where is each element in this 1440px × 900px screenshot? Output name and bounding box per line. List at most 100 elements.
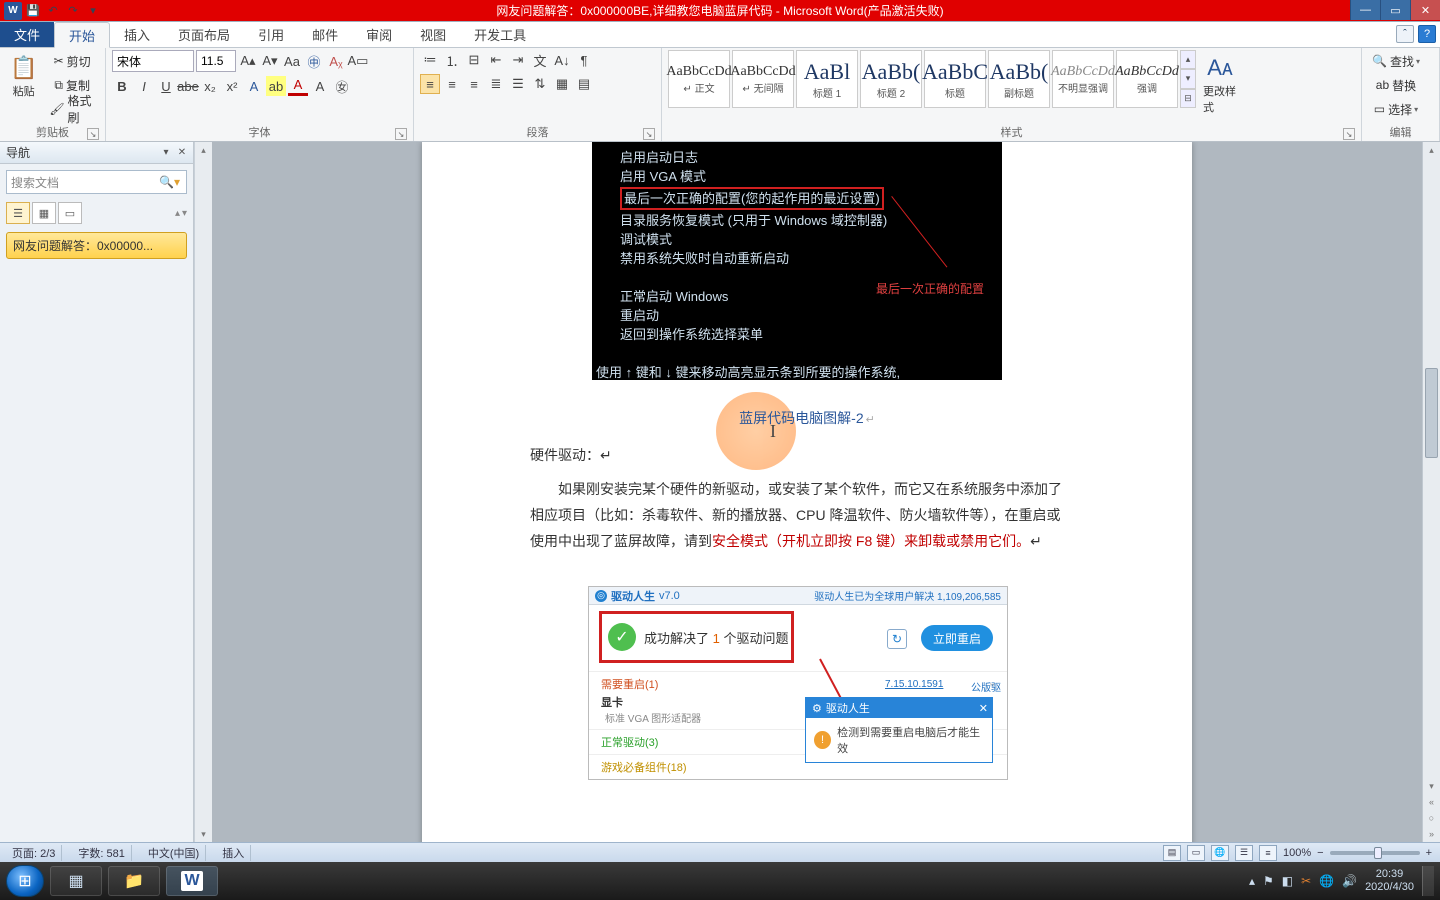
- taskbar-app1[interactable]: ▦: [50, 866, 102, 896]
- tab-mail[interactable]: 邮件: [298, 22, 352, 47]
- nav-prev-icon[interactable]: ▴: [175, 208, 180, 219]
- tray-screenshot-icon[interactable]: ✂: [1301, 874, 1311, 888]
- outline-view-icon[interactable]: ☰: [1235, 845, 1253, 861]
- paragraph-launcher-icon[interactable]: ↘: [643, 128, 655, 140]
- scroll-up-icon[interactable]: ▴: [1423, 142, 1440, 158]
- style-subtle-emph[interactable]: AaBbCcDd不明显强调: [1052, 50, 1114, 108]
- tray-show-hidden-icon[interactable]: ▴: [1249, 874, 1255, 888]
- format-painter-button[interactable]: 🖌 格式刷: [45, 98, 99, 120]
- web-view-icon[interactable]: 🌐: [1211, 845, 1229, 861]
- zoom-percent[interactable]: 100%: [1283, 847, 1311, 859]
- show-marks-icon[interactable]: ¶: [574, 50, 594, 70]
- redo-icon[interactable]: ↷: [64, 2, 82, 20]
- nav-scrollbar[interactable]: ▴▾: [194, 142, 212, 842]
- next-page-icon[interactable]: »: [1423, 826, 1440, 842]
- replace-button[interactable]: ab 替换: [1368, 74, 1424, 96]
- justify-icon[interactable]: ≣: [486, 74, 506, 94]
- multilevel-icon[interactable]: ⊟: [464, 50, 484, 70]
- tray-flag-icon[interactable]: ⚑: [1263, 874, 1274, 888]
- nav-close-icon[interactable]: ✕: [175, 146, 189, 160]
- highlight-icon[interactable]: ab: [266, 76, 286, 96]
- undo-icon[interactable]: ↶: [44, 2, 62, 20]
- nav-next-icon[interactable]: ▾: [182, 208, 187, 219]
- cut-button[interactable]: ✂ 剪切: [45, 50, 99, 72]
- tab-home[interactable]: 开始: [54, 22, 110, 48]
- text-effects-icon[interactable]: A: [244, 76, 264, 96]
- grow-font-icon[interactable]: A▴: [238, 51, 258, 71]
- style-subtitle[interactable]: AaBb(副标题: [988, 50, 1050, 108]
- enclose-char-icon[interactable]: ㊛: [332, 76, 352, 96]
- strike-icon[interactable]: abe: [178, 76, 198, 96]
- nav-tab-results[interactable]: ▭: [58, 202, 82, 224]
- align-left-icon[interactable]: ≡: [420, 74, 440, 94]
- zoom-in-icon[interactable]: +: [1426, 847, 1432, 859]
- styles-launcher-icon[interactable]: ↘: [1343, 128, 1355, 140]
- search-icon[interactable]: 🔍▾: [159, 175, 180, 189]
- subscript-icon[interactable]: x₂: [200, 76, 220, 96]
- font-name-select[interactable]: 宋体: [112, 50, 194, 72]
- zoom-out-icon[interactable]: −: [1317, 847, 1323, 859]
- style-heading2[interactable]: AaBb(标题 2: [860, 50, 922, 108]
- zoom-slider[interactable]: [1330, 851, 1420, 855]
- document-area[interactable]: 启用启动日志 启用 VGA 模式 最后一次正确的配置(您的起作用的最近设置) 目…: [212, 142, 1422, 842]
- font-size-select[interactable]: 11.5: [196, 50, 236, 72]
- qat-dropdown-icon[interactable]: ▾: [84, 2, 102, 20]
- maximize-button[interactable]: ▭: [1380, 0, 1410, 20]
- tab-file[interactable]: 文件: [0, 22, 54, 47]
- close-button[interactable]: ✕: [1410, 0, 1440, 20]
- borders-icon[interactable]: ▤: [574, 74, 594, 94]
- tab-layout[interactable]: 页面布局: [164, 22, 244, 47]
- style-heading1[interactable]: AaBl标题 1: [796, 50, 858, 108]
- driver-version-link[interactable]: 7.15.10.1591: [885, 679, 943, 690]
- align-center-icon[interactable]: ≡: [442, 74, 462, 94]
- clear-format-icon[interactable]: Aᵪ: [326, 51, 346, 71]
- shading-icon[interactable]: ▦: [552, 74, 572, 94]
- style-title[interactable]: AaBbC标题: [924, 50, 986, 108]
- style-normal[interactable]: AaBbCcDd↵ 正文: [668, 50, 730, 108]
- tab-references[interactable]: 引用: [244, 22, 298, 47]
- tab-developer[interactable]: 开发工具: [460, 22, 540, 47]
- prev-page-icon[interactable]: «: [1423, 794, 1440, 810]
- change-styles-button[interactable]: Aᴀ更改样式: [1200, 50, 1240, 120]
- sort-icon[interactable]: A↓: [552, 50, 572, 70]
- taskbar-explorer[interactable]: 📁: [108, 866, 160, 896]
- save-icon[interactable]: 💾: [24, 2, 42, 20]
- draft-view-icon[interactable]: ≡: [1259, 845, 1277, 861]
- status-words[interactable]: 字数: 581: [72, 845, 131, 861]
- minimize-ribbon-button[interactable]: ˆ: [1396, 25, 1414, 43]
- distribute-icon[interactable]: ☰: [508, 74, 528, 94]
- underline-icon[interactable]: U: [156, 76, 176, 96]
- superscript-icon[interactable]: x²: [222, 76, 242, 96]
- scroll-thumb[interactable]: [1425, 368, 1438, 458]
- tray-network-icon[interactable]: 🌐: [1319, 874, 1334, 888]
- bold-icon[interactable]: B: [112, 76, 132, 96]
- tray-clock[interactable]: 20:392020/4/30: [1365, 868, 1414, 894]
- popup-close-icon[interactable]: ✕: [979, 702, 988, 715]
- help-button[interactable]: ?: [1418, 25, 1436, 43]
- style-gallery-scroll[interactable]: ▴▾⊟: [1180, 50, 1196, 108]
- decrease-indent-icon[interactable]: ⇤: [486, 50, 506, 70]
- fullscreen-view-icon[interactable]: ▭: [1187, 845, 1205, 861]
- tab-insert[interactable]: 插入: [110, 22, 164, 47]
- char-border-icon[interactable]: A▭: [348, 51, 368, 71]
- style-nospacing[interactable]: AaBbCcDd↵ 无间隔: [732, 50, 794, 108]
- char-shading-icon[interactable]: A: [310, 76, 330, 96]
- refresh-icon[interactable]: ↻: [887, 629, 907, 649]
- clipboard-launcher-icon[interactable]: ↘: [87, 128, 99, 140]
- print-layout-view-icon[interactable]: ▤: [1163, 845, 1181, 861]
- find-button[interactable]: 🔍 查找: [1368, 50, 1424, 72]
- search-input[interactable]: 搜索文档🔍▾: [6, 170, 187, 194]
- paste-button[interactable]: 📋粘贴: [6, 50, 41, 104]
- status-mode[interactable]: 插入: [216, 845, 251, 861]
- vertical-scrollbar[interactable]: ▴ ▾ « ○ »: [1422, 142, 1440, 842]
- increase-indent-icon[interactable]: ⇥: [508, 50, 528, 70]
- align-right-icon[interactable]: ≡: [464, 74, 484, 94]
- bullets-icon[interactable]: ≔: [420, 50, 440, 70]
- start-button[interactable]: ⊞: [6, 865, 44, 897]
- show-desktop-button[interactable]: [1422, 866, 1434, 896]
- numbering-icon[interactable]: ⒈: [442, 50, 462, 70]
- tab-view[interactable]: 视图: [406, 22, 460, 47]
- line-spacing-icon[interactable]: ⇅: [530, 74, 550, 94]
- tab-review[interactable]: 审阅: [352, 22, 406, 47]
- font-color-icon[interactable]: A: [288, 76, 308, 96]
